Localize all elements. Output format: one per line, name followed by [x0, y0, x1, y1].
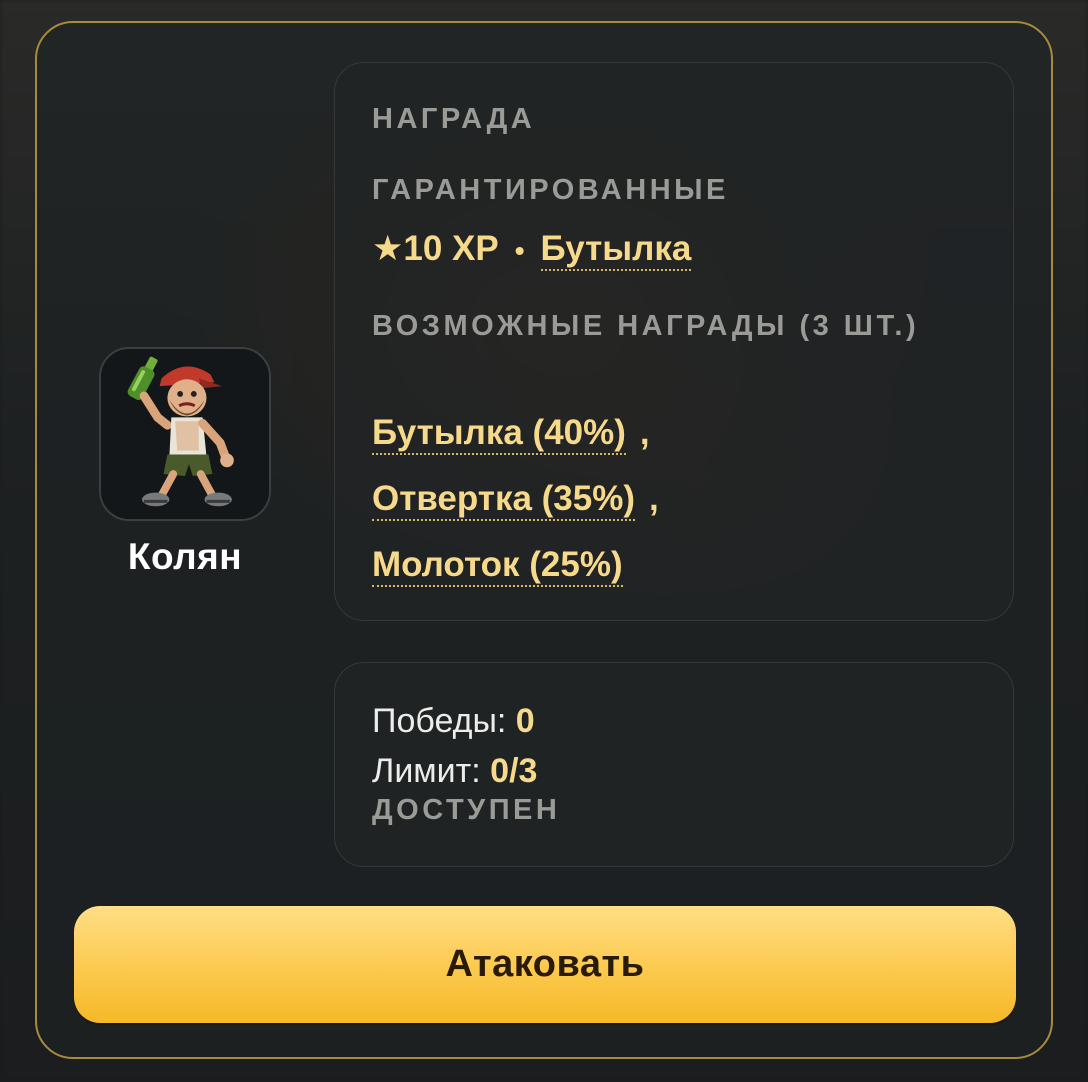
- possible-reward-item: Молоток (25%): [372, 543, 623, 587]
- wins-value: 0: [515, 702, 535, 740]
- possible-reward-item: Отвертка (35%),: [372, 477, 659, 521]
- limit-value: 0/3: [490, 752, 538, 790]
- possible-rewards-label: ВОЗМОЖНЫЕ НАГРАДЫ (3 ШТ.): [372, 310, 920, 342]
- possible-reward-item: Бутылка (40%),: [372, 411, 650, 455]
- wins-label: Победы:: [372, 702, 507, 740]
- stats-panel: Победы: 0 Лимит: 0/3 ДОСТУПЕН: [334, 662, 1014, 867]
- limit-stat: Лимит: 0/3: [372, 749, 537, 793]
- attack-button[interactable]: Атаковать: [74, 906, 1016, 1023]
- xp-reward: ★10 XP: [372, 229, 499, 268]
- reward-title: НАГРАДА: [372, 103, 536, 135]
- guaranteed-rewards-line: ★10 XP • Бутылка: [372, 227, 692, 273]
- guaranteed-label: ГАРАНТИРОВАННЫЕ: [372, 174, 729, 206]
- possible-item-screwdriver-link[interactable]: Отвертка (35%): [372, 479, 636, 521]
- wins-stat: Победы: 0: [372, 699, 535, 743]
- reward-panel: НАГРАДА ГАРАНТИРОВАННЫЕ ★10 XP • Бутылка В…: [334, 62, 1014, 621]
- separator-dot: •: [514, 235, 525, 266]
- enemy-name: Колян: [127, 536, 243, 577]
- enemy-portrait: [99, 347, 271, 521]
- drunk-hobo-with-bottle-portrait-icon: [101, 349, 269, 519]
- possible-item-hammer-link[interactable]: Молоток (25%): [372, 545, 623, 587]
- availability-status: ДОСТУПЕН: [372, 794, 561, 826]
- item-comma: ,: [649, 479, 659, 518]
- limit-label: Лимит:: [372, 752, 481, 790]
- item-comma: ,: [639, 413, 650, 452]
- guaranteed-item-link[interactable]: Бутылка: [540, 229, 692, 271]
- possible-item-bottle-link[interactable]: Бутылка (40%): [372, 413, 626, 455]
